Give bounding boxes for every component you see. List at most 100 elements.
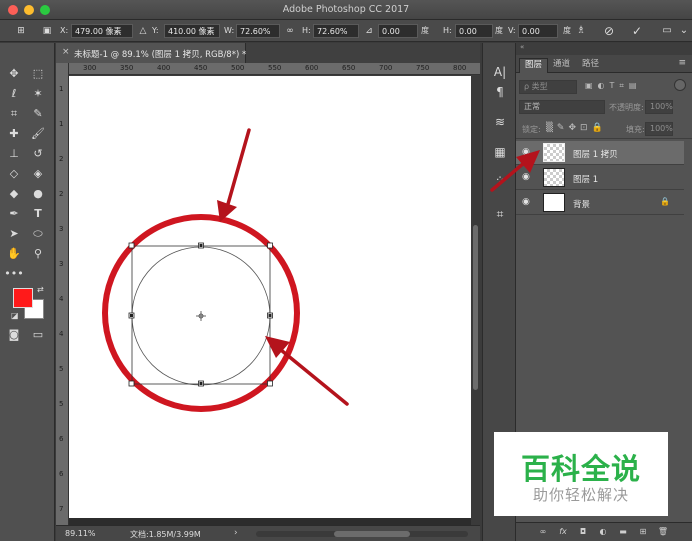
x-field[interactable]: 479.00 像素 (71, 24, 133, 38)
horizontal-scrollbar[interactable] (256, 531, 468, 537)
workspace-icon[interactable]: ▭ (660, 24, 674, 38)
transform-tool-icon[interactable]: ⊞ (14, 24, 28, 38)
vertical-scrollbar-thumb[interactable] (473, 225, 478, 390)
opacity-field[interactable]: 100% (645, 100, 673, 114)
transform-center-point[interactable] (196, 311, 206, 321)
delta-icon[interactable]: △ (136, 24, 150, 38)
ruler-tick: 5 (59, 365, 64, 373)
layer-name[interactable]: 图层 1 拷贝 (573, 148, 618, 160)
eraser-tool-icon[interactable]: ◇ (4, 165, 24, 183)
layers-panel-icon[interactable]: ≋ (491, 113, 509, 131)
folder-icon[interactable]: ▬ (616, 526, 630, 538)
magic-wand-tool-icon[interactable]: ✶ (28, 85, 48, 103)
ellipse-tool-icon[interactable]: ⬭ (28, 225, 48, 243)
foreground-color-swatch[interactable] (13, 288, 33, 308)
document-tab[interactable]: × 未标题-1 @ 89.1% (图层 1 拷贝, RGB/8*) * (56, 43, 246, 63)
vskew-unit: 度 (563, 26, 571, 35)
ruler-tick: 4 (59, 330, 64, 338)
zoom-level[interactable]: 89.11% (65, 529, 96, 538)
zoom-tool-icon[interactable]: ⚲ (28, 245, 48, 263)
crop-tool-icon[interactable]: ⌗ (4, 105, 24, 123)
mask-icon[interactable]: ◘ (576, 526, 590, 538)
horizontal-ruler[interactable]: 300 350 400 450 500 550 600 650 700 750 … (69, 63, 480, 75)
path-selection-tool-icon[interactable]: ➤ (4, 225, 24, 243)
lock-icons[interactable]: ▒✎✥⊡🔒 (546, 123, 607, 133)
tab-layers[interactable]: 图层 (519, 58, 549, 73)
status-menu-arrow-icon[interactable]: › (234, 528, 238, 538)
filter-toggle[interactable] (674, 79, 686, 91)
fill-label: 填充: (626, 125, 645, 134)
swap-colors-icon[interactable]: ⇄ (37, 285, 44, 294)
ruler-tick: 3 (59, 225, 64, 233)
pen-tool-icon[interactable]: ✒ (4, 205, 24, 223)
hand-tool-icon[interactable]: ✋ (4, 245, 24, 263)
tab-paths[interactable]: 路径 (577, 58, 604, 73)
ruler-tick: 750 (416, 64, 430, 72)
collapse-icon[interactable]: « (520, 43, 524, 51)
history-brush-tool-icon[interactable]: ↺ (28, 145, 48, 163)
layer-filter-select[interactable]: ρ 类型 (519, 80, 577, 94)
move-tool-icon[interactable]: ✥ (4, 65, 24, 83)
new-layer-icon[interactable]: ⊞ (636, 526, 650, 538)
clone-stamp-tool-icon[interactable]: ⊥ (4, 145, 24, 163)
y-field[interactable]: 410.00 像素 (164, 24, 220, 38)
panel-header: « (516, 43, 692, 55)
ruler-tick: 650 (342, 64, 356, 72)
fx-icon[interactable]: fx (556, 526, 570, 538)
adjustment-icon[interactable]: ◐ (596, 526, 610, 538)
lock-icon[interactable]: 🔒 (660, 197, 670, 206)
close-tab-icon[interactable]: × (62, 47, 70, 57)
annotation-arrow-layer (490, 150, 540, 192)
horizontal-scrollbar-thumb[interactable] (334, 531, 410, 537)
dodge-tool-icon[interactable]: ● (28, 185, 48, 203)
watermark-logo: 百科全说 助你轻松解决 (494, 432, 668, 516)
character-panel-icon[interactable]: A| (491, 63, 509, 81)
layer-name[interactable]: 图层 1 (573, 173, 598, 185)
brush-tool-icon[interactable]: 🖌 (28, 125, 48, 143)
lasso-tool-icon[interactable]: ℓ (4, 85, 24, 103)
link-icon[interactable]: ∞ (283, 24, 297, 38)
marquee-tool-icon[interactable]: ⬚ (28, 65, 48, 83)
type-tool-icon[interactable]: T (28, 205, 48, 223)
layers-panel-tabs: 图层 通道 路径 ≡ (516, 55, 692, 73)
reference-point-icon[interactable]: ▣ (40, 24, 54, 38)
layer-name[interactable]: 背景 (573, 198, 590, 210)
fill-field[interactable]: 100% (645, 122, 673, 136)
h-field[interactable]: 72.60% (313, 24, 359, 38)
hskew-field[interactable]: 0.00 (455, 24, 493, 38)
options-bar: ⊞ ▣ X: 479.00 像素 △ Y: 410.00 像素 W: 72.60… (0, 20, 692, 42)
tab-channels[interactable]: 通道 (548, 58, 575, 73)
eyedropper-tool-icon[interactable]: ✎ (28, 105, 48, 123)
vertical-ruler[interactable]: 1 1 2 2 3 3 4 4 5 5 6 6 7 (56, 63, 69, 525)
healing-brush-tool-icon[interactable]: ✚ (4, 125, 24, 143)
status-bar: 89.11% 文档:1.85M/3.99M › (56, 525, 480, 541)
hskew-unit: 度 (495, 26, 503, 35)
warp-icon[interactable]: ♗ (574, 24, 588, 38)
paragraph-panel-icon[interactable]: ¶ (491, 83, 509, 101)
chevron-down-icon[interactable]: ⌄ (677, 24, 691, 38)
paint-bucket-tool-icon[interactable]: ◈ (28, 165, 48, 183)
vskew-field[interactable]: 0.00 (518, 24, 558, 38)
ruler-tick: 350 (120, 64, 134, 72)
document-canvas[interactable] (69, 76, 471, 518)
screen-mode-icon[interactable]: ▭ (28, 326, 48, 344)
blend-mode-select[interactable]: 正常 (519, 100, 605, 114)
trash-icon[interactable]: 🗑 (656, 526, 670, 538)
document-size-info[interactable]: 文档:1.85M/3.99M (130, 529, 201, 540)
w-field[interactable]: 72.60% (236, 24, 280, 38)
panel-divider (516, 138, 692, 139)
opacity-label: 不透明度: (609, 103, 644, 112)
ruler-tick: 700 (379, 64, 393, 72)
cancel-transform-icon[interactable]: ⊘ (602, 24, 616, 38)
default-colors-icon[interactable]: ◪ (11, 311, 19, 320)
angle-field[interactable]: 0.00 (378, 24, 418, 38)
commit-transform-icon[interactable]: ✓ (630, 24, 644, 38)
crop-panel-icon[interactable]: ⌗ (491, 205, 509, 223)
blur-tool-icon[interactable]: ◆ (4, 185, 24, 203)
angle-icon: ⊿ (365, 26, 373, 36)
panel-menu-icon[interactable]: ≡ (678, 58, 686, 68)
more-tools-icon[interactable]: ••• (4, 265, 24, 283)
link-icon[interactable]: ∞ (536, 526, 550, 538)
quick-mask-icon[interactable]: ◙ (4, 326, 24, 344)
filter-icons[interactable]: ▣◐T⌗▤ (585, 81, 642, 91)
